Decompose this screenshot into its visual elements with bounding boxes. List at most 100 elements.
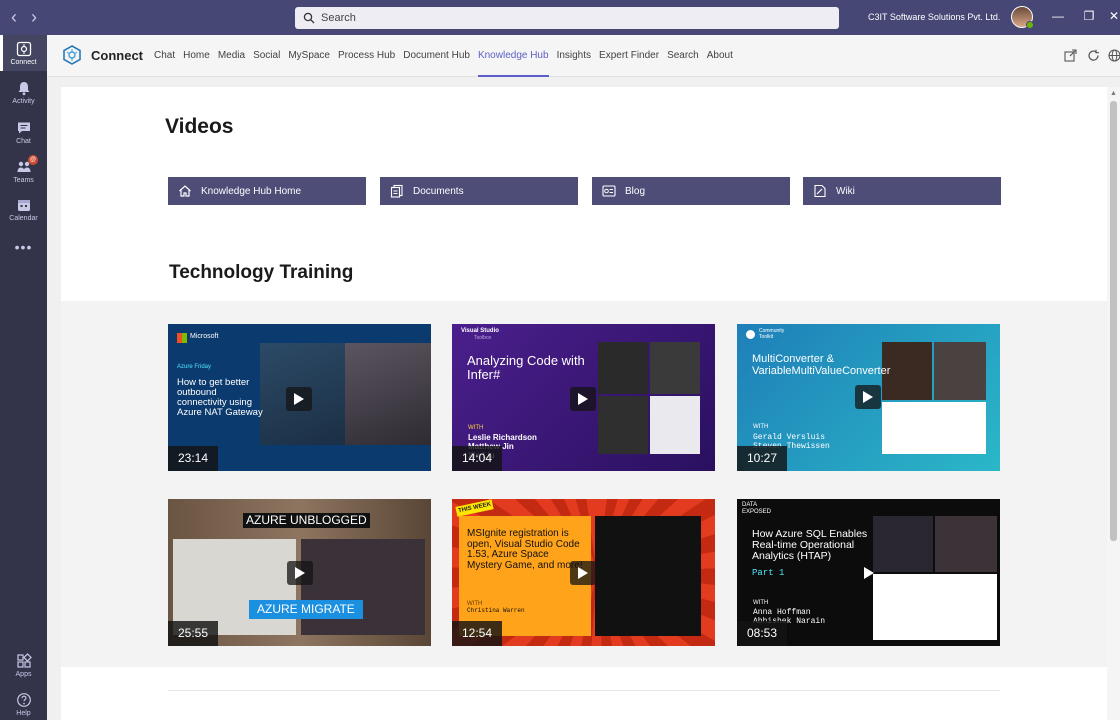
search-input[interactable]: [321, 12, 801, 24]
tab-expert-finder[interactable]: Expert Finder: [595, 35, 663, 77]
video-duration: 14:04: [452, 446, 503, 471]
home-icon: [179, 185, 191, 197]
rail-item-label: Help: [16, 710, 31, 717]
org-name: C3IT Software Solutions Pvt. Ltd.: [868, 12, 1001, 22]
quick-link-label: Blog: [625, 185, 646, 197]
scrollbar-thumb[interactable]: [1110, 101, 1117, 541]
video-thumbnail-screen: [650, 396, 700, 454]
page-title: Videos: [165, 115, 234, 138]
forward-arrow-icon[interactable]: ›: [24, 7, 44, 28]
tab-knowledge-hub[interactable]: Knowledge Hub: [474, 35, 553, 77]
blog-button[interactable]: Blog: [592, 177, 790, 205]
video-card[interactable]: Community Toolkit MultiConverter & Varia…: [737, 324, 1000, 471]
avatar[interactable]: [1011, 6, 1034, 29]
video-duration: 08:53: [737, 621, 788, 646]
tab-myspace[interactable]: MySpace: [284, 35, 334, 77]
video-duration: 10:27: [737, 446, 788, 471]
tab-chat[interactable]: Chat: [150, 35, 179, 77]
rail-item-label: Apps: [15, 671, 32, 678]
quick-link-label: Wiki: [836, 185, 855, 197]
connect-logo-icon: [63, 45, 81, 65]
video-with-label: WITH: [468, 425, 484, 431]
video-brand: Visual Studio: [461, 328, 499, 334]
video-card[interactable]: THIS WEEK MSIgnite registration is open,…: [452, 499, 715, 646]
restore-button[interactable]: ❐: [1081, 9, 1097, 23]
chat-icon: [17, 122, 30, 134]
video-thumbnail-screen: [882, 402, 986, 454]
play-button[interactable]: [570, 561, 596, 585]
wiki-button[interactable]: Wiki: [803, 177, 1001, 205]
play-icon: [294, 393, 304, 405]
play-icon: [863, 391, 873, 403]
vertical-scrollbar[interactable]: ▲: [1107, 87, 1120, 720]
rail-item-help[interactable]: Help: [0, 692, 47, 717]
search-icon: [303, 12, 315, 24]
tab-about[interactable]: About: [703, 35, 737, 77]
tab-search[interactable]: Search: [663, 35, 703, 77]
video-title: Analyzing Code with Infer#: [467, 353, 585, 382]
pop-out-icon[interactable]: [1064, 49, 1077, 62]
section-title: Technology Training: [169, 262, 354, 283]
play-button[interactable]: [856, 561, 882, 585]
main-content: Videos Knowledge Hub Home Documents Blog…: [61, 87, 1107, 720]
tab-process-hub[interactable]: Process Hub: [334, 35, 399, 77]
tab-social[interactable]: Social: [249, 35, 284, 77]
app-rail: Connect Activity Chat @ Teams Calendar •…: [0, 35, 47, 720]
app-header: Connect Chat Home Media Social MySpace P…: [47, 35, 1120, 77]
wiki-icon: [814, 184, 826, 198]
mention-badge: @: [28, 155, 38, 165]
video-thumbnail-photo: [301, 539, 425, 635]
tab-media[interactable]: Media: [214, 35, 249, 77]
help-icon: [16, 693, 31, 707]
video-brand-sub: Toolbox: [474, 335, 492, 341]
presence-status-icon: [1026, 21, 1034, 29]
bell-icon: [18, 82, 29, 96]
video-title: MSIgnite registration is open, Visual St…: [467, 528, 583, 571]
rail-item-teams[interactable]: @ Teams: [0, 155, 47, 184]
video-show: Azure Friday: [177, 364, 212, 370]
play-button[interactable]: [855, 385, 881, 409]
video-brand: DATA EXPOSED: [742, 502, 772, 515]
video-brand-sub: Toolkit: [759, 334, 774, 340]
video-card[interactable]: Microsoft Azure Friday How to get better…: [168, 324, 431, 471]
video-card[interactable]: DATA EXPOSED How Azure SQL Enables Real-…: [737, 499, 1000, 646]
video-thumbnail-photo: [650, 342, 700, 394]
video-card[interactable]: AZURE UNBLOGGED AZURE MIGRATE 25:55: [168, 499, 431, 646]
documents-button[interactable]: Documents: [380, 177, 578, 205]
rail-item-connect[interactable]: Connect: [0, 35, 47, 71]
global-search-box[interactable]: [295, 7, 839, 29]
rail-item-label: Activity: [12, 98, 35, 105]
play-icon: [578, 567, 588, 579]
video-title: MultiConverter & VariableMultiValueConve…: [752, 353, 891, 377]
tab-home[interactable]: Home: [179, 35, 214, 77]
content-divider: [168, 690, 1000, 691]
more-apps-ellipsis-icon[interactable]: •••: [0, 239, 47, 255]
video-card[interactable]: Visual Studio Toolbox Analyzing Code wit…: [452, 324, 715, 471]
globe-icon[interactable]: [1108, 49, 1120, 62]
video-thumbnail-photo: [598, 396, 648, 454]
play-button[interactable]: [287, 561, 313, 585]
quick-link-label: Knowledge Hub Home: [201, 185, 302, 197]
minimize-button[interactable]: —: [1050, 9, 1066, 23]
scroll-up-arrow-icon[interactable]: ▲: [1110, 90, 1117, 97]
rail-item-calendar[interactable]: Calendar: [0, 197, 47, 222]
microsoft-logo-icon: [177, 333, 187, 343]
rail-item-chat[interactable]: Chat: [0, 120, 47, 145]
video-presenters: Christina Warren: [467, 607, 525, 614]
rail-item-apps[interactable]: Apps: [0, 653, 47, 678]
knowledge-hub-home-button[interactable]: Knowledge Hub Home: [168, 177, 366, 205]
tab-insights[interactable]: Insights: [553, 35, 595, 77]
app-tabs: Chat Home Media Social MySpace Process H…: [150, 35, 737, 77]
play-icon: [578, 393, 588, 405]
play-button[interactable]: [570, 387, 596, 411]
close-button[interactable]: ✕: [1106, 9, 1120, 23]
tab-document-hub[interactable]: Document Hub: [399, 35, 474, 77]
play-button[interactable]: [286, 387, 312, 411]
video-duration: 25:55: [168, 621, 219, 646]
back-arrow-icon[interactable]: ‹: [4, 7, 24, 28]
rail-item-activity[interactable]: Activity: [0, 80, 47, 105]
calendar-icon: [17, 200, 30, 211]
rail-item-label: Connect: [10, 59, 37, 66]
refresh-icon[interactable]: [1087, 49, 1100, 62]
video-thumbnail-photo: [873, 516, 933, 572]
